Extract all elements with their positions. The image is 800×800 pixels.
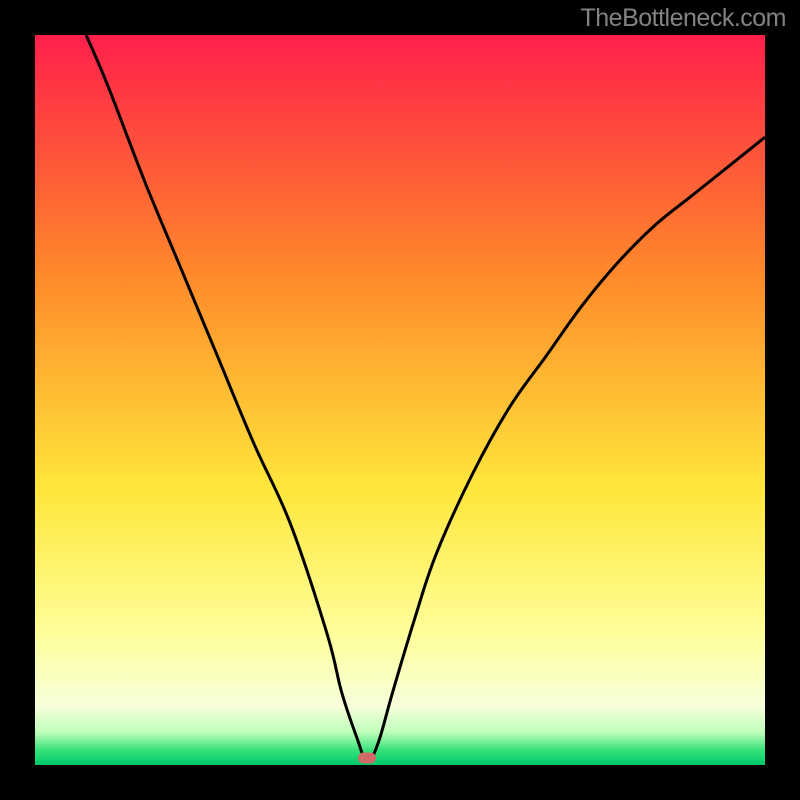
chart-svg [35,35,765,765]
gradient-background [35,35,765,765]
attribution-text: TheBottleneck.com [581,4,787,33]
optimal-point-marker [358,752,376,763]
plot-area [35,35,765,765]
outer-frame: TheBottleneck.com [0,0,800,800]
